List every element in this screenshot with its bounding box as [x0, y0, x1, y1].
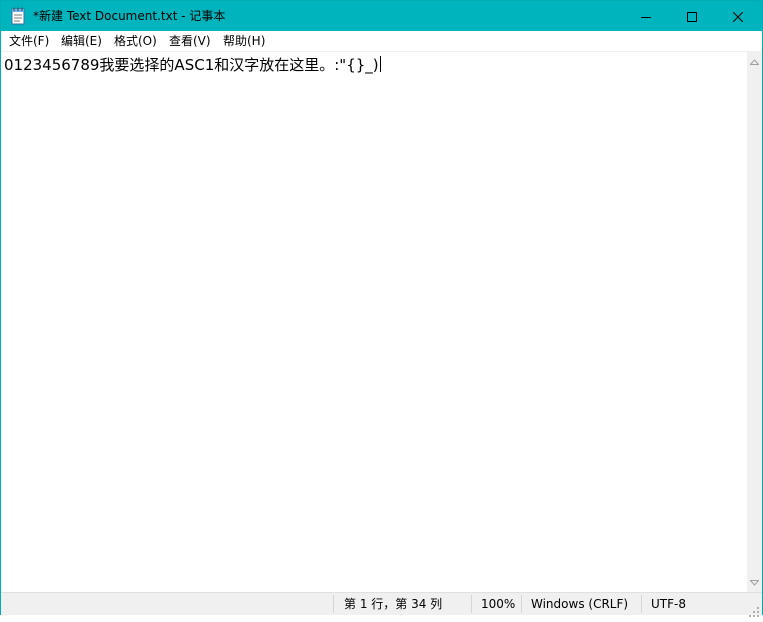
line-ending: Windows (CRLF)	[531, 597, 629, 611]
minimize-icon	[641, 7, 651, 26]
status-divider	[471, 595, 472, 613]
text-caret	[379, 56, 381, 72]
status-bar: 第 1 行，第 34 列 100% Windows (CRLF) UTF-8	[1, 592, 762, 617]
vertical-scrollbar[interactable]	[747, 52, 762, 592]
menu-file[interactable]: 文件(F)	[9, 34, 49, 48]
menu-bar: 文件(F) 编辑(E) 格式(O) 查看(V) 帮助(H)	[1, 31, 762, 52]
cursor-position: 第 1 行，第 34 列	[344, 597, 443, 611]
menu-help[interactable]: 帮助(H)	[223, 34, 265, 48]
scroll-down-arrow-icon[interactable]	[747, 575, 762, 590]
minimize-button[interactable]	[623, 1, 669, 31]
status-divider	[333, 595, 334, 613]
menu-view[interactable]: 查看(V)	[169, 34, 211, 48]
document-text[interactable]: 0123456789我要选择的ASC1和汉字放在这里。:"{}_)	[4, 55, 381, 75]
scroll-up-arrow-icon[interactable]	[747, 54, 762, 69]
title-bar[interactable]: *新建 Text Document.txt - 记事本	[1, 1, 762, 31]
encoding: UTF-8	[651, 597, 686, 611]
maximize-icon	[687, 7, 697, 26]
notepad-window: *新建 Text Document.txt - 记事本 文件(F) 编辑(E) …	[0, 0, 763, 617]
window-title: *新建 Text Document.txt - 记事本	[33, 9, 226, 23]
status-divider	[521, 595, 522, 613]
notepad-icon	[10, 7, 26, 25]
zoom-level: 100%	[481, 597, 516, 611]
menu-format[interactable]: 格式(O)	[114, 34, 157, 48]
resize-grip-icon[interactable]	[749, 603, 760, 617]
menu-edit[interactable]: 编辑(E)	[61, 34, 102, 48]
status-divider	[641, 595, 642, 613]
document-content: 0123456789我要选择的ASC1和汉字放在这里。:"{}_)	[4, 56, 379, 74]
maximize-button[interactable]	[669, 1, 715, 31]
close-icon	[732, 7, 744, 26]
close-button[interactable]	[715, 1, 761, 31]
text-editor-area[interactable]: 0123456789我要选择的ASC1和汉字放在这里。:"{}_)	[1, 52, 747, 592]
